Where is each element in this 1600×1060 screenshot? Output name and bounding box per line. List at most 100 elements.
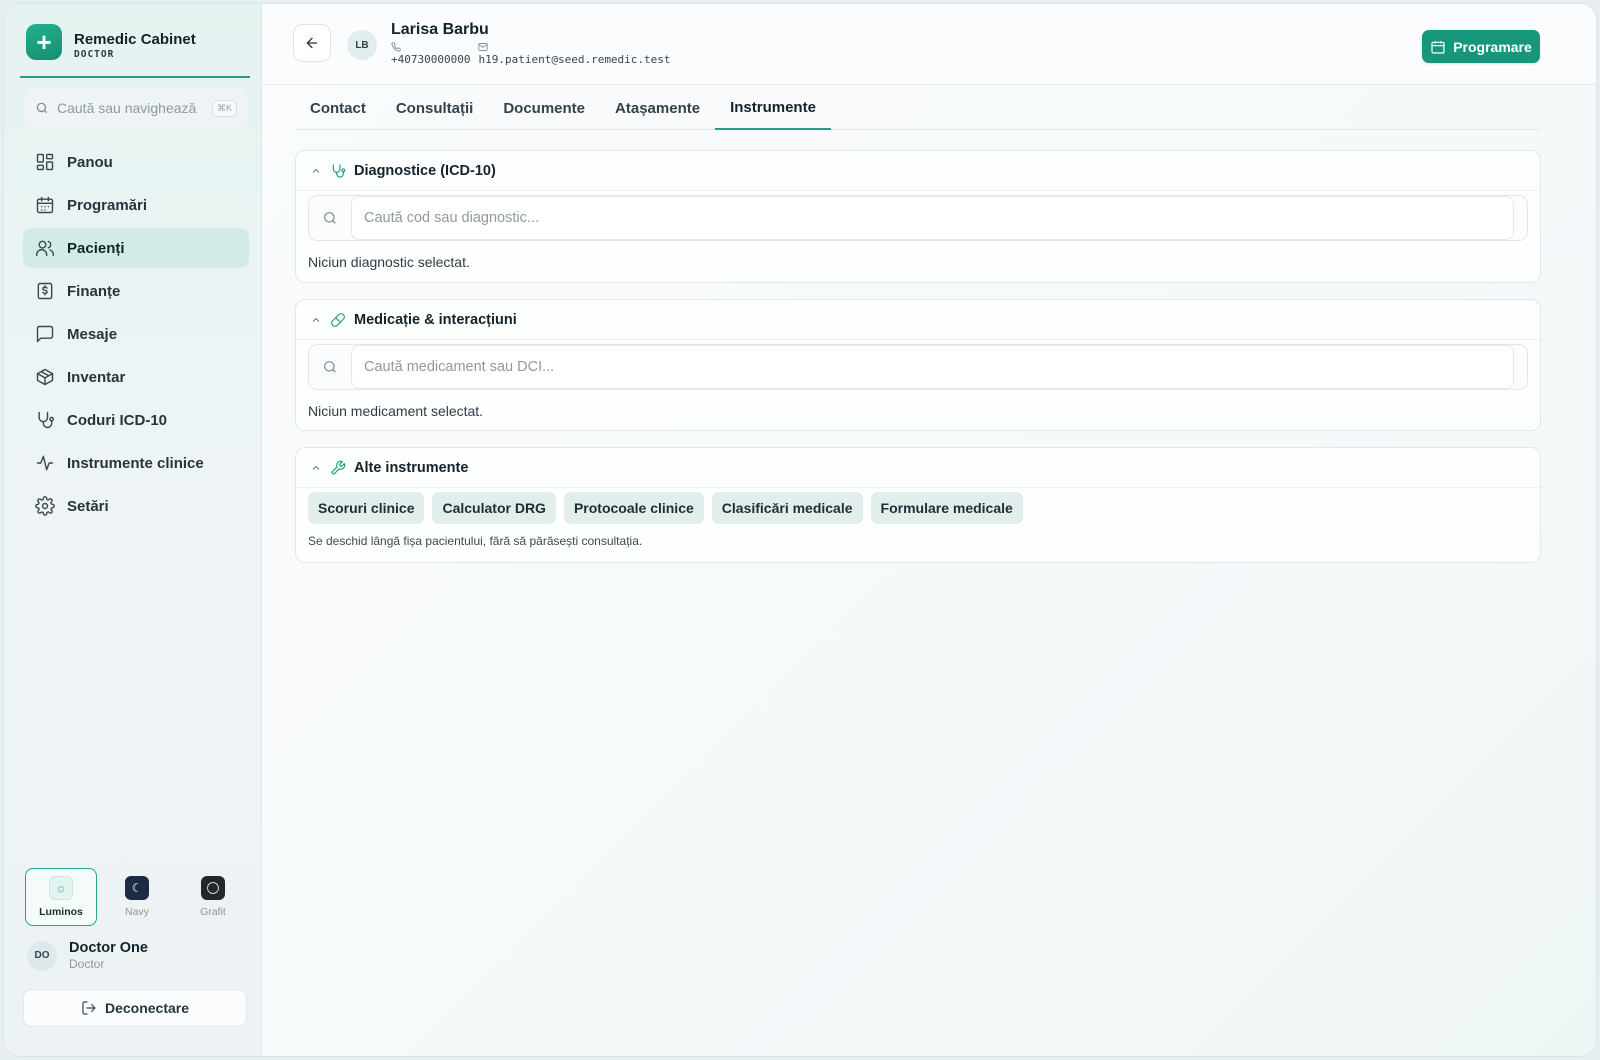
tool-protocoale-clinice[interactable]: Protocoale clinice (563, 492, 704, 524)
tab-instrumente[interactable]: Instrumente (715, 86, 831, 130)
avatar: DO (27, 940, 57, 971)
tools-hint: Se deschid lângă fișa pacientului, fără … (308, 534, 643, 548)
medication-search-input[interactable] (351, 345, 1514, 389)
medication-header[interactable]: Medicație & interacțiuni (296, 300, 1540, 340)
patient-email[interactable]: h19.patient@seed.remedic.test (478, 53, 670, 66)
appointment-button-label: Programare (1453, 38, 1532, 55)
other-tools-card: Alte instrumente Scoruri clinice Calcula… (295, 447, 1541, 563)
tab-documente[interactable]: Documente (488, 86, 600, 130)
section-title: Alte instrumente (354, 459, 469, 476)
patient-contacts: +40730000000 h19.patient@seed.remedic.te… (391, 42, 671, 66)
diagnostic-empty-text: Niciun diagnostic selectat. (308, 254, 470, 270)
plus-logo-icon: + (26, 24, 62, 60)
theme-label: Grafit (200, 906, 226, 918)
user-profile[interactable]: DO Doctor One Doctor (27, 940, 148, 971)
patient-name: Larisa Barbu (391, 21, 489, 38)
gear-icon (35, 496, 55, 516)
sidebar-item-label: Pacienți (67, 239, 125, 257)
moon-icon: ☾ (125, 876, 149, 900)
tool-calculator-drg[interactable]: Calculator DRG (432, 492, 556, 524)
sidebar-item-label: Instrumente clinice (67, 454, 204, 472)
sidebar-item-coduri-icd10[interactable]: Coduri ICD-10 (23, 400, 249, 440)
appointment-button[interactable]: Programare (1422, 30, 1540, 63)
brand-name: Remedic Cabinet (74, 31, 196, 48)
sidebar-item-pacienti[interactable]: Pacienți (23, 228, 249, 268)
section-title: Diagnostice (ICD-10) (354, 162, 496, 179)
package-icon (36, 368, 54, 386)
sidebar-item-mesaje[interactable]: Mesaje (23, 314, 249, 354)
sidebar-item-instrumente-clinice[interactable]: Instrumente clinice (23, 443, 249, 483)
brand[interactable]: + Remedic Cabinet DOCTOR (20, 24, 250, 78)
message-icon (36, 325, 54, 343)
other-tools-header[interactable]: Alte instrumente (296, 448, 1540, 488)
sidebar-item-finante[interactable]: Finanțe (23, 271, 249, 311)
tab-consultatii[interactable]: Consultații (381, 86, 489, 130)
sidebar-item-programari[interactable]: Programări (23, 185, 249, 225)
theme-grafit[interactable]: Grafit (177, 868, 249, 926)
stethoscope-icon (38, 411, 55, 429)
logout-label: Deconectare (104, 1000, 190, 1016)
section-title: Medicație & interacțiuni (354, 311, 517, 328)
sidebar-item-label: Setări (67, 497, 109, 515)
sidebar-item-setari[interactable]: Setări (23, 486, 249, 526)
diagnostic-search-input[interactable] (351, 196, 1514, 240)
sidebar-item-label: Mesaje (67, 325, 118, 343)
back-button[interactable] (293, 24, 331, 62)
calendar-icon (36, 196, 54, 214)
sidebar: + Remedic Cabinet DOCTOR Caută sau navig… (4, 4, 262, 1056)
search-placeholder: Caută sau navighează (57, 100, 197, 116)
diagnostics-header[interactable]: Diagnostice (ICD-10) (296, 151, 1540, 191)
app-window: + Remedic Cabinet DOCTOR Caută sau navig… (4, 4, 1596, 1056)
brand-role: DOCTOR (74, 49, 115, 60)
sidebar-item-label: Inventar (67, 368, 126, 386)
sidebar-item-label: Panou (67, 153, 113, 171)
calendar-icon (1431, 40, 1445, 54)
sidebar-item-label: Programări (67, 196, 148, 214)
theme-label: Navy (125, 906, 149, 918)
shortcut-badge: ⌘K (211, 99, 237, 117)
tool-scoruri-clinice[interactable]: Scoruri clinice (308, 492, 425, 524)
user-name: Doctor One (69, 940, 148, 956)
search-icon (324, 361, 336, 373)
tool-clasificari-medicale[interactable]: Clasificări medicale (711, 492, 863, 524)
arrow-left-icon (306, 37, 318, 49)
phone-icon (391, 42, 401, 52)
pill-icon (331, 312, 345, 327)
chevron-up-icon (312, 168, 320, 173)
activity-icon (36, 455, 54, 471)
tool-chips: Scoruri clinice Calculator DRG Protocoal… (296, 488, 1540, 524)
logout-icon (82, 1001, 96, 1015)
sidebar-search[interactable]: Caută sau navighează ⌘K (25, 88, 247, 128)
sidebar-item-inventar[interactable]: Inventar (23, 357, 249, 397)
search-icon (36, 102, 48, 114)
diagnostic-search-field (308, 195, 1528, 241)
chevron-up-icon (312, 317, 320, 322)
wrench-icon (331, 460, 346, 475)
users-icon (35, 240, 55, 257)
patient-avatar: LB (347, 30, 377, 60)
sidebar-nav: Panou Programări Pacienți Finanțe Mesaje… (23, 142, 249, 529)
user-role: Doctor (69, 957, 105, 971)
theme-navy[interactable]: ☾ Navy (101, 868, 173, 926)
tab-atasamente[interactable]: Atașamente (600, 86, 715, 130)
logout-button[interactable]: Deconectare (23, 989, 247, 1027)
theme-label: Luminos (39, 906, 83, 918)
sidebar-item-label: Finanțe (67, 282, 121, 300)
medication-empty-text: Niciun medicament selectat. (308, 403, 484, 419)
tool-formulare-medicale[interactable]: Formulare medicale (870, 492, 1023, 524)
theme-switcher: ☼ Luminos ☾ Navy Grafit (25, 868, 249, 926)
chevron-up-icon (312, 465, 320, 470)
patient-phone[interactable]: +40730000000 (391, 53, 470, 66)
sidebar-item-panou[interactable]: Panou (23, 142, 249, 182)
dollar-receipt-icon (37, 282, 53, 300)
tab-contact[interactable]: Contact (295, 86, 381, 130)
dashboard-icon (36, 153, 54, 171)
circle-icon (201, 876, 225, 900)
theme-luminos[interactable]: ☼ Luminos (25, 868, 97, 926)
main-content: LB Larisa Barbu +40730000000 h19.patient… (262, 4, 1596, 1056)
medication-search-field (308, 344, 1528, 390)
sidebar-item-label: Coduri ICD-10 (67, 411, 168, 429)
patient-tabs: Contact Consultații Documente Atașamente… (295, 86, 1541, 130)
medication-card: Medicație & interacțiuni Niciun medicame… (295, 299, 1541, 431)
search-icon (324, 212, 336, 224)
